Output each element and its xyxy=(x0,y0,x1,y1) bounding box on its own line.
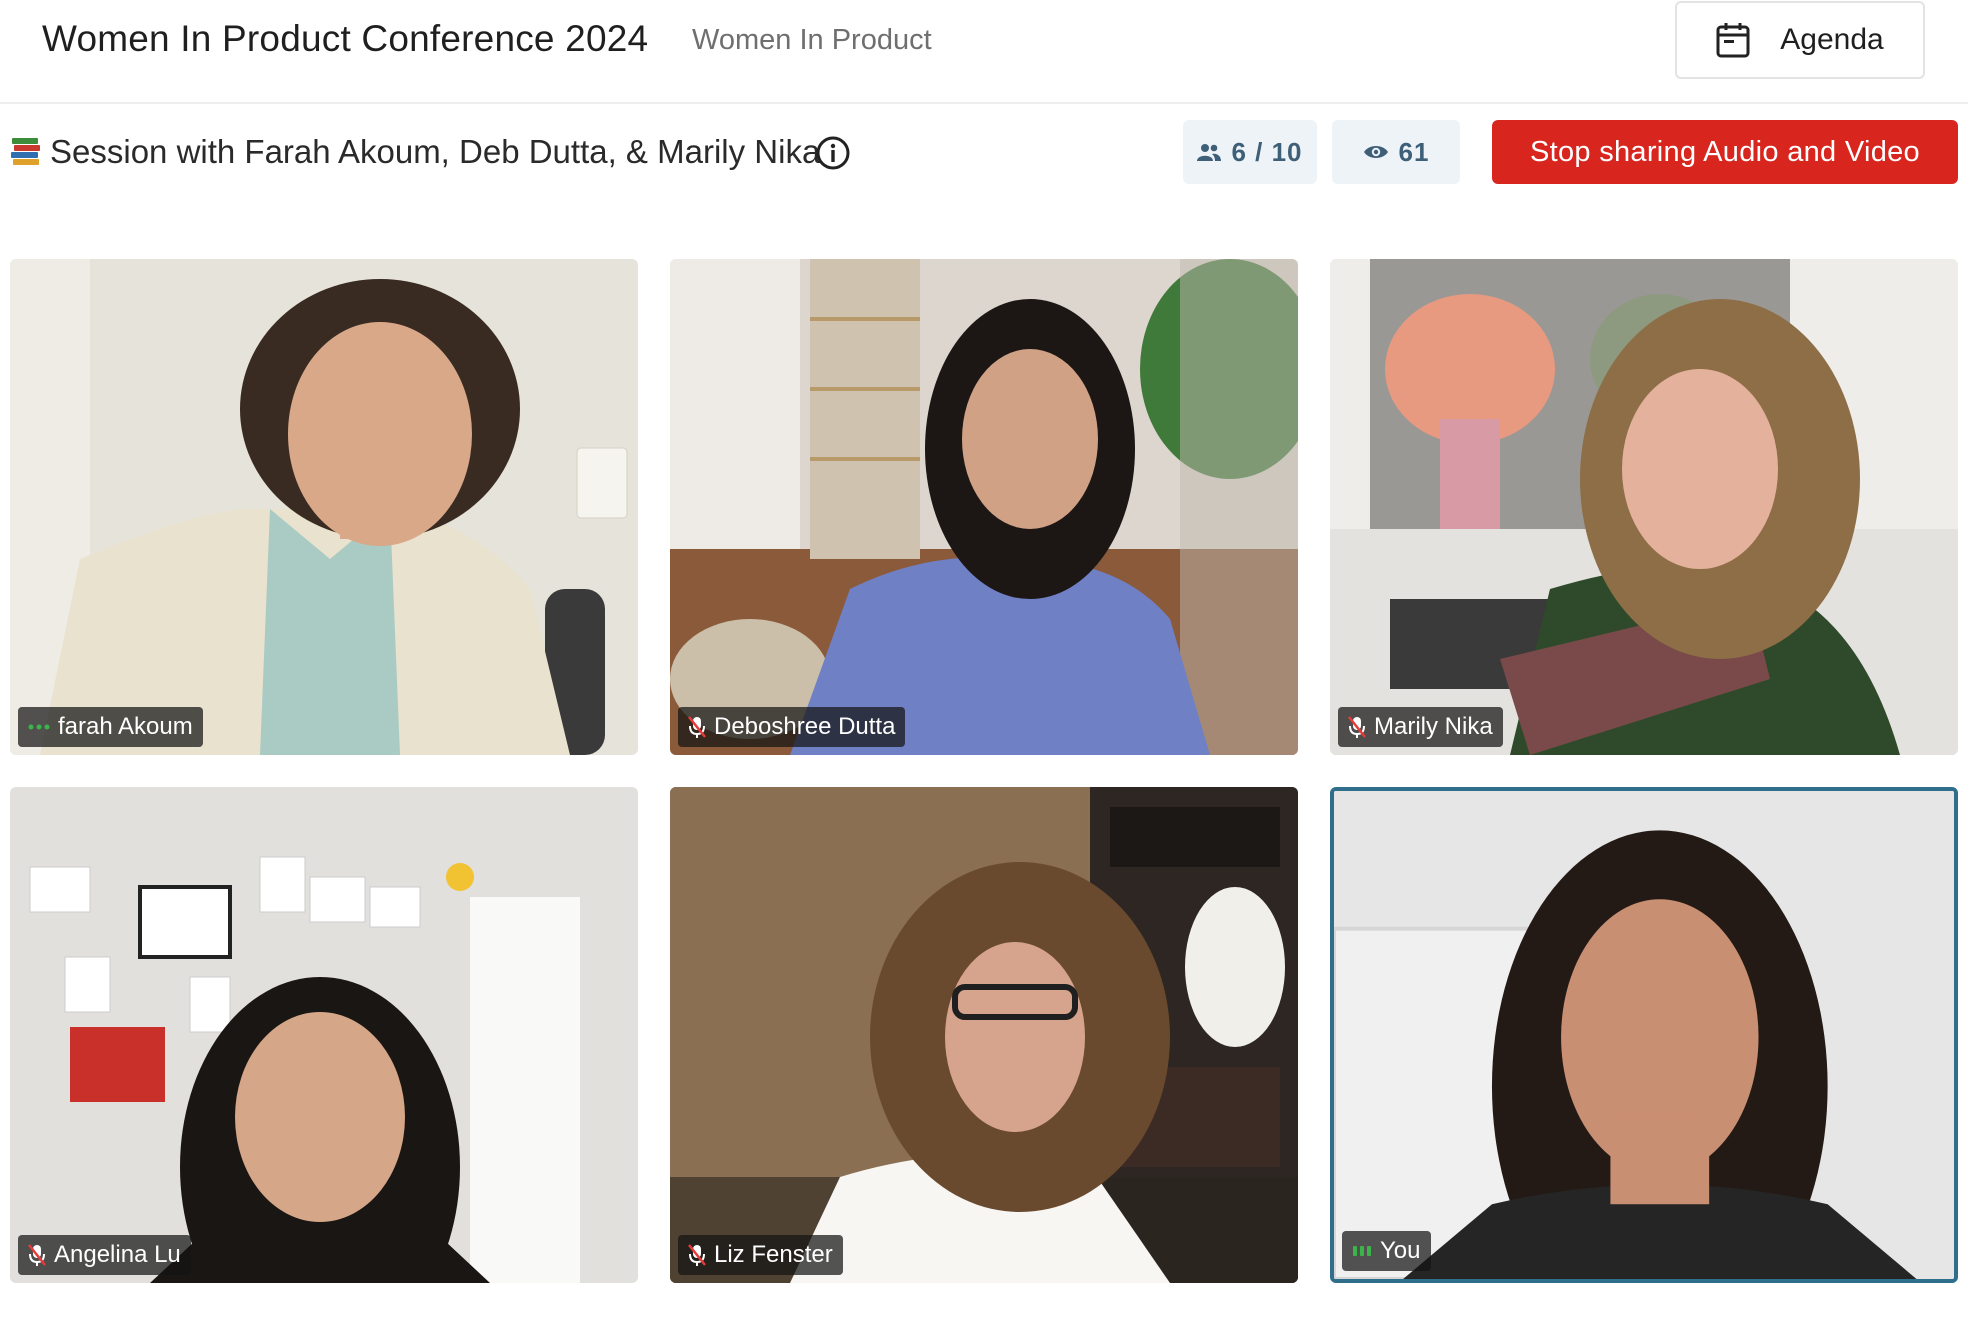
books-icon xyxy=(11,138,40,165)
video-tile-deboshree-dutta[interactable]: Deboshree Dutta xyxy=(670,259,1298,755)
participant-name-tag: You xyxy=(1342,1231,1431,1271)
mic-muted-icon xyxy=(688,1244,706,1266)
mic-muted-icon xyxy=(688,716,706,738)
viewers-count-badge[interactable]: 61 xyxy=(1332,120,1460,184)
top-bar: Women In Product Conference 2024 Women I… xyxy=(0,0,1968,104)
participant-name: farah Akoum xyxy=(58,713,193,740)
session-title: Session with Farah Akoum, Deb Dutta, & M… xyxy=(50,133,821,170)
audio-level-icon xyxy=(1353,1246,1371,1256)
organization-name[interactable]: Women In Product xyxy=(692,24,932,57)
participant-video xyxy=(670,259,1298,755)
participant-name-tag: farah Akoum xyxy=(18,707,203,747)
info-icon[interactable] xyxy=(815,135,851,171)
video-tile-marily-nika[interactable]: Marily Nika xyxy=(1330,259,1958,755)
participant-video xyxy=(10,787,638,1283)
participants-count-badge[interactable]: 6 / 10 xyxy=(1183,120,1317,184)
participant-video xyxy=(10,259,638,755)
participant-video xyxy=(1334,791,1954,1279)
participant-name: Angelina Lu xyxy=(54,1241,181,1268)
agenda-label: Agenda xyxy=(1780,23,1884,56)
people-icon xyxy=(1197,144,1222,161)
mic-muted-icon xyxy=(1348,716,1366,738)
participant-video xyxy=(1330,259,1958,755)
speaking-dots-icon xyxy=(28,724,50,730)
participant-name: Deboshree Dutta xyxy=(714,713,896,740)
participant-name-tag: Angelina Lu xyxy=(18,1235,191,1275)
stop-sharing-button[interactable]: Stop sharing Audio and Video xyxy=(1492,120,1958,184)
mic-muted-icon xyxy=(28,1244,46,1266)
participant-name: Marily Nika xyxy=(1374,713,1493,740)
agenda-button[interactable]: Agenda xyxy=(1675,1,1925,79)
conference-title: Women In Product Conference 2024 xyxy=(42,18,649,59)
participant-name: Liz Fenster xyxy=(714,1241,833,1268)
video-tile-liz-fenster[interactable]: Liz Fenster xyxy=(670,787,1298,1283)
participant-name: You xyxy=(1380,1237,1421,1264)
eye-icon xyxy=(1363,146,1388,158)
participants-count: 6 / 10 xyxy=(1231,136,1303,167)
video-tile-farah-akoum[interactable]: farah Akoum xyxy=(10,259,638,755)
participant-name-tag: Deboshree Dutta xyxy=(678,707,906,747)
video-tile-angelina-lu[interactable]: Angelina Lu xyxy=(10,787,638,1283)
calendar-icon xyxy=(1716,23,1750,58)
viewers-count: 61 xyxy=(1398,136,1430,167)
participant-name-tag: Marily Nika xyxy=(1338,707,1503,747)
video-tile-self[interactable]: You xyxy=(1330,787,1958,1283)
participant-name-tag: Liz Fenster xyxy=(678,1235,843,1275)
participant-video xyxy=(670,787,1298,1283)
